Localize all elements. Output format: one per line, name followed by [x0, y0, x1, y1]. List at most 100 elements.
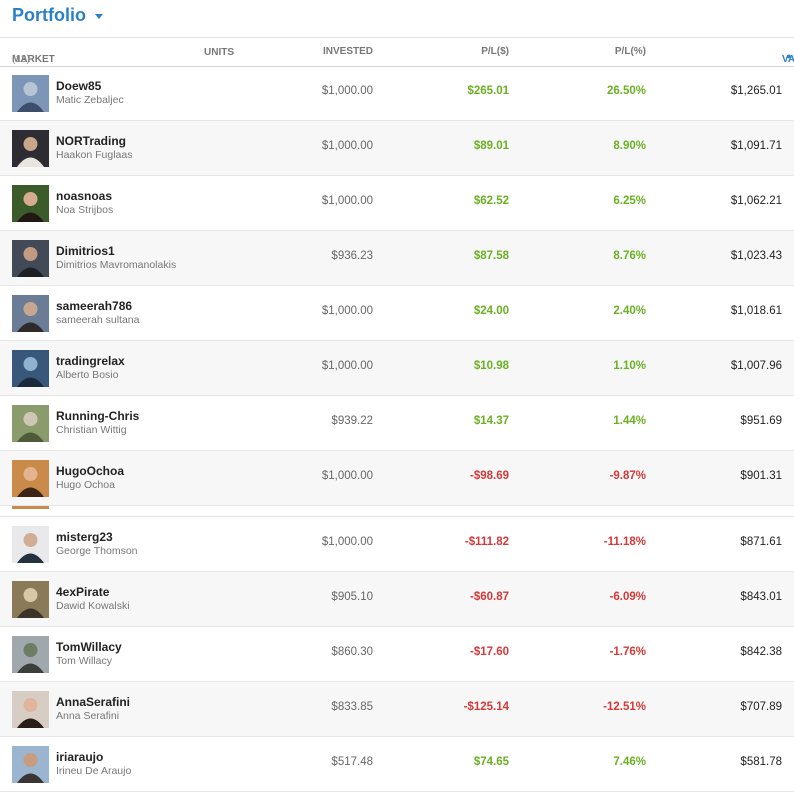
- table-row[interactable]: iriaraujo Irineu De Araujo $517.48 $74.65 7.…: [0, 737, 794, 792]
- avatar[interactable]: [12, 350, 49, 387]
- trader-fullname: sameerah sultana: [56, 314, 140, 326]
- avatar[interactable]: [12, 405, 49, 442]
- invested-value: $1,000.00: [321, 536, 373, 548]
- avatar-edge: [12, 506, 49, 509]
- table-row[interactable]: sameerah786 sameerah sultana $1,000.00 $24.…: [0, 286, 794, 341]
- pl-percent-value: 8.90%: [613, 140, 646, 152]
- table-row[interactable]: AnnaSerafini Anna Serafini $833.85 -$125.14…: [0, 682, 794, 737]
- position-value: $581.78: [740, 756, 782, 768]
- invested-value: $860.30: [331, 646, 373, 658]
- trader-username[interactable]: sameerah786: [56, 299, 132, 313]
- pl-percent-value: 1.10%: [613, 360, 646, 372]
- invested-value: $833.85: [331, 701, 373, 713]
- trader-fullname: Dawid Kowalski: [56, 600, 130, 612]
- position-value: $901.31: [740, 470, 782, 482]
- table-header: MARKET (13) UNITS INVESTED P/L($) P/L(%)…: [0, 37, 794, 67]
- pl-percent-value: 26.50%: [606, 85, 646, 97]
- trader-username[interactable]: noasnoas: [56, 189, 112, 203]
- table-row[interactable]: Dimitrios1 Dimitrios Mavromanolakis $936.2…: [0, 231, 794, 286]
- pl-percent-value: 6.25%: [613, 195, 646, 207]
- invested-value: $517.48: [331, 756, 373, 768]
- invested-value: $1,000.00: [321, 195, 373, 207]
- pl-percent-value: 8.76%: [613, 250, 646, 262]
- trader-username[interactable]: iriaraujo: [56, 750, 103, 764]
- table-row[interactable]: HugoOchoa Hugo Ochoa $1,000.00 -$98.69 -9.87…: [0, 451, 794, 506]
- avatar[interactable]: [12, 130, 49, 167]
- invested-value: $1,000.00: [321, 305, 373, 317]
- position-value: $1,062.21: [730, 195, 782, 207]
- trader-username[interactable]: Running-Chris: [56, 409, 139, 423]
- trader-username[interactable]: AnnaSerafini: [56, 695, 130, 709]
- table-row[interactable]: 4exPirate Dawid Kowalski $905.10 -$60.87 -6.…: [0, 572, 794, 627]
- market-count: (13): [12, 54, 30, 65]
- column-invested[interactable]: INVESTED: [323, 46, 373, 57]
- pl-dollar-value: -$60.87: [469, 591, 509, 603]
- pl-percent-value: -1.76%: [609, 646, 646, 658]
- trader-fullname: Alberto Bosio: [56, 369, 119, 381]
- position-value: $842.38: [740, 646, 782, 658]
- column-pl-percent[interactable]: P/L(%): [615, 46, 646, 57]
- invested-value: $1,000.00: [321, 360, 373, 372]
- caret-down-icon[interactable]: [95, 14, 103, 19]
- avatar[interactable]: [12, 746, 49, 783]
- table-row[interactable]: NORTrading Haakon Fuglaas $1,000.00 $89.01 8…: [0, 121, 794, 176]
- table-row[interactable]: TomWillacy Tom Willacy $860.30 -$17.60 -1.76…: [0, 627, 794, 682]
- trader-fullname: George Thomson: [56, 545, 138, 557]
- avatar[interactable]: [12, 691, 49, 728]
- table-row[interactable]: misterg23 George Thomson $1,000.00 -$111.82…: [0, 517, 794, 572]
- pl-percent-value: -9.87%: [609, 470, 646, 482]
- table-row[interactable]: Running-Chris Christian Wittig $939.22 $14.…: [0, 396, 794, 451]
- pl-dollar-value: -$17.60: [469, 646, 509, 658]
- pl-percent-value: 2.40%: [613, 305, 646, 317]
- pl-dollar-value: $10.98: [473, 360, 509, 372]
- table-row[interactable]: noasnoas Noa Strijbos $1,000.00 $62.52 6.25%…: [0, 176, 794, 231]
- pl-percent-value: 7.46%: [613, 756, 646, 768]
- invested-value: $905.10: [331, 591, 373, 603]
- pl-dollar-value: -$98.69: [469, 470, 509, 482]
- pl-percent-value: -11.18%: [603, 536, 646, 548]
- pl-dollar-value: $74.65: [473, 756, 509, 768]
- avatar[interactable]: [12, 636, 49, 673]
- row-separator: [0, 506, 794, 517]
- trader-username[interactable]: tradingrelax: [56, 354, 125, 368]
- pl-dollar-value: -$125.14: [463, 701, 509, 713]
- position-value: $1,023.43: [730, 250, 782, 262]
- trader-fullname: Irineu De Araujo: [56, 765, 132, 777]
- table-row[interactable]: tradingrelax Alberto Bosio $1,000.00 $10.98…: [0, 341, 794, 396]
- pl-dollar-value: $87.58: [473, 250, 509, 262]
- pl-percent-value: 1.44%: [613, 415, 646, 427]
- avatar[interactable]: [12, 75, 49, 112]
- trader-username[interactable]: 4exPirate: [56, 585, 109, 599]
- position-value: $843.01: [740, 591, 782, 603]
- table-row[interactable]: Doew85 Matic Zebaljec $1,000.00 $265.01 26.5…: [0, 66, 794, 121]
- avatar[interactable]: [12, 240, 49, 277]
- avatar[interactable]: [12, 581, 49, 618]
- portfolio-table-body: Doew85 Matic Zebaljec $1,000.00 $265.01 26.5…: [0, 66, 794, 792]
- position-value: $707.89: [740, 701, 782, 713]
- position-value: $871.61: [740, 536, 782, 548]
- trader-username[interactable]: Dimitrios1: [56, 244, 115, 258]
- page-title[interactable]: Portfolio: [12, 5, 86, 26]
- position-value: $1,018.61: [730, 305, 782, 317]
- avatar[interactable]: [12, 460, 49, 497]
- column-pl-dollar[interactable]: P/L($): [481, 46, 509, 57]
- avatar[interactable]: [12, 295, 49, 332]
- trader-username[interactable]: TomWillacy: [56, 640, 122, 654]
- invested-value: $1,000.00: [321, 85, 373, 97]
- avatar[interactable]: [12, 526, 49, 563]
- trader-username[interactable]: misterg23: [56, 530, 113, 544]
- trader-username[interactable]: HugoOchoa: [56, 464, 124, 478]
- pl-percent-value: -6.09%: [609, 591, 646, 603]
- column-units[interactable]: UNITS: [204, 47, 234, 58]
- trader-fullname: Tom Willacy: [56, 655, 113, 667]
- trader-fullname: Haakon Fuglaas: [56, 149, 133, 161]
- position-value: $1,091.71: [730, 140, 782, 152]
- avatar[interactable]: [12, 185, 49, 222]
- trader-fullname: Anna Serafini: [56, 710, 120, 722]
- trader-fullname: Matic Zebaljec: [56, 94, 124, 106]
- trader-username[interactable]: NORTrading: [56, 134, 126, 148]
- trader-username[interactable]: Doew85: [56, 79, 101, 93]
- position-value: $951.69: [740, 415, 782, 427]
- position-value: $1,265.01: [730, 85, 782, 97]
- pl-dollar-value: $14.37: [473, 415, 509, 427]
